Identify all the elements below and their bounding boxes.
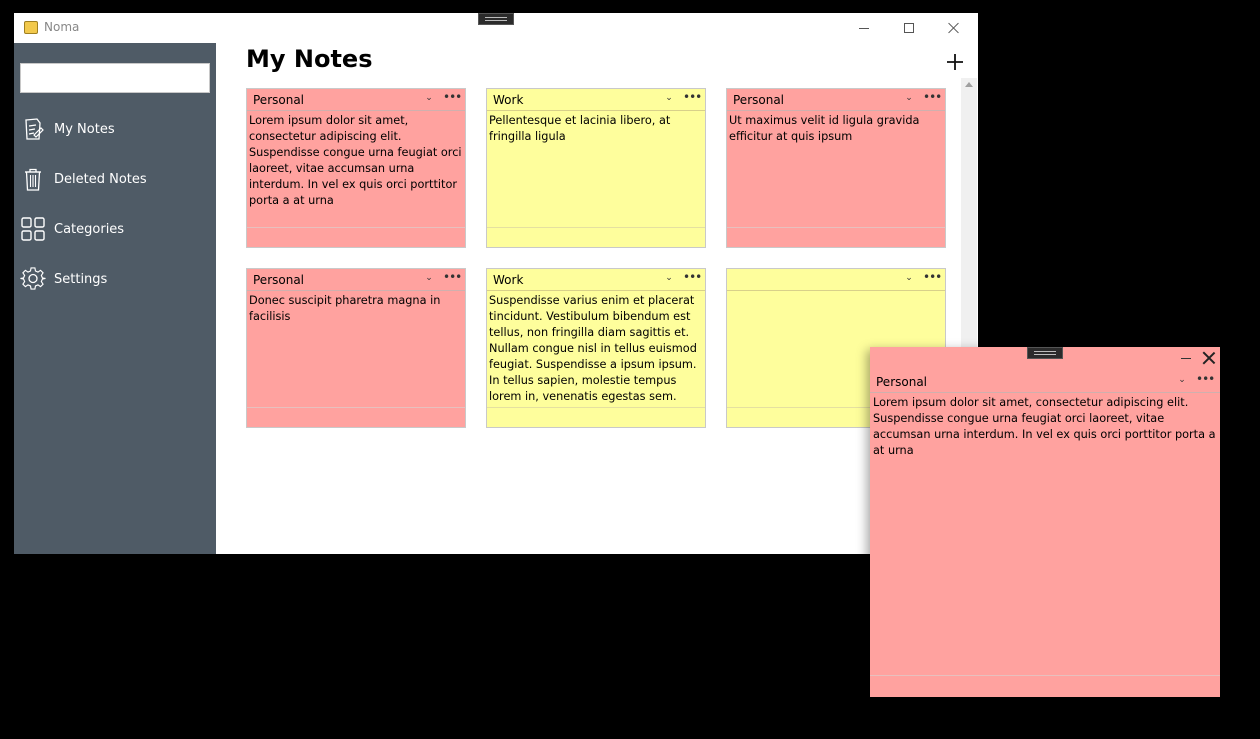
note-header: Work ⌄ •••: [487, 89, 705, 111]
sidebar-item-label: My Notes: [54, 121, 115, 137]
note-header: Personal ⌄ •••: [247, 269, 465, 291]
sidebar-item-categories[interactable]: Categories: [14, 207, 216, 251]
sidebar-item-label: Deleted Notes: [54, 171, 147, 187]
note-header: Personal ⌄ •••: [727, 89, 945, 111]
note-text-editor[interactable]: Lorem ipsum dolor sit amet, consectetur …: [873, 395, 1217, 459]
note-category-label: Work: [493, 93, 524, 107]
note-card[interactable]: Personal ⌄ ••• Ut maximus velit id ligul…: [726, 88, 946, 248]
chevron-down-icon[interactable]: ⌄: [423, 272, 435, 284]
drag-handle[interactable]: [478, 13, 514, 25]
sidebar-item-label: Categories: [54, 221, 125, 237]
note-card[interactable]: Personal ⌄ ••• Lorem ipsum dolor sit ame…: [246, 88, 466, 248]
grid-icon: [21, 217, 45, 241]
note-text[interactable]: Donec suscipit pharetra magna in facilis…: [249, 293, 463, 405]
chevron-down-icon[interactable]: ⌄: [663, 92, 675, 104]
chevron-down-icon[interactable]: ⌄: [1176, 374, 1188, 386]
note-footer: [727, 227, 945, 247]
scroll-up-icon[interactable]: [965, 82, 973, 87]
note-text[interactable]: Ut maximus velit id ligula gravida effic…: [729, 113, 943, 225]
close-icon[interactable]: [1201, 350, 1217, 366]
sticky-note-app-icon: [24, 21, 38, 34]
trash-icon: [25, 168, 41, 191]
maximize-icon: [904, 23, 914, 33]
minimize-icon: [859, 27, 869, 29]
gear-icon: [20, 267, 46, 290]
more-options-icon[interactable]: •••: [923, 91, 942, 103]
minimize-button[interactable]: [842, 13, 886, 43]
more-options-icon[interactable]: •••: [443, 91, 462, 103]
search-input[interactable]: [20, 63, 210, 93]
close-icon: [948, 22, 960, 34]
note-card[interactable]: Personal ⌄ ••• Donec suscipit pharetra m…: [246, 268, 466, 428]
note-text[interactable]: Lorem ipsum dolor sit amet, consectetur …: [249, 113, 463, 225]
app-title: Noma: [44, 20, 80, 34]
floating-note-window: Personal ⌄ ••• Lorem ipsum dolor sit ame…: [870, 347, 1220, 697]
sidebar-item-label: Settings: [54, 271, 108, 287]
note-footer: [247, 407, 465, 427]
page-title: My Notes: [246, 45, 373, 73]
note-header: Personal ⌄ •••: [247, 89, 465, 111]
note-card[interactable]: Work ⌄ ••• Suspendisse varius enim et pl…: [486, 268, 706, 428]
notes-icon: [25, 118, 44, 140]
chevron-down-icon[interactable]: ⌄: [903, 272, 915, 284]
more-options-icon[interactable]: •••: [923, 271, 942, 283]
chevron-down-icon[interactable]: ⌄: [663, 272, 675, 284]
chevron-down-icon[interactable]: ⌄: [423, 92, 435, 104]
minimize-icon[interactable]: [1181, 358, 1191, 359]
note-text[interactable]: Suspendisse varius enim et placerat tinc…: [489, 293, 703, 405]
sidebar-item-deleted-notes[interactable]: Deleted Notes: [14, 157, 216, 201]
drag-handle[interactable]: [1027, 347, 1063, 359]
more-options-icon[interactable]: •••: [683, 91, 702, 103]
more-options-icon[interactable]: •••: [443, 271, 462, 283]
maximize-button[interactable]: [887, 13, 931, 43]
note-header: Personal ⌄ •••: [870, 371, 1220, 393]
note-footer: [247, 227, 465, 247]
note-card[interactable]: Work ⌄ ••• Pellentesque et lacinia liber…: [486, 88, 706, 248]
more-options-icon[interactable]: •••: [1196, 373, 1215, 385]
note-footer: [487, 227, 705, 247]
close-button[interactable]: [932, 13, 976, 43]
note-category-label: Personal: [876, 375, 928, 389]
sidebar-item-settings[interactable]: Settings: [14, 257, 216, 301]
note-category-label: Work: [493, 273, 524, 287]
sidebar: My Notes Deleted Notes Categories Settin…: [14, 43, 216, 554]
main-window: Noma My Notes Deleted Notes Categories S…: [14, 13, 978, 554]
note-header: ⌄ •••: [727, 269, 945, 291]
note-category-label: Personal: [733, 93, 785, 107]
note-footer: [870, 675, 1220, 697]
more-options-icon[interactable]: •••: [683, 271, 702, 283]
note-footer: [487, 407, 705, 427]
chevron-down-icon[interactable]: ⌄: [903, 92, 915, 104]
note-category-label: Personal: [253, 93, 305, 107]
note-category-label: Personal: [253, 273, 305, 287]
plus-icon: [947, 54, 963, 70]
add-note-button[interactable]: [940, 50, 970, 74]
note-header: Work ⌄ •••: [487, 269, 705, 291]
note-text[interactable]: Pellentesque et lacinia libero, at fring…: [489, 113, 703, 225]
sidebar-item-my-notes[interactable]: My Notes: [14, 107, 216, 151]
